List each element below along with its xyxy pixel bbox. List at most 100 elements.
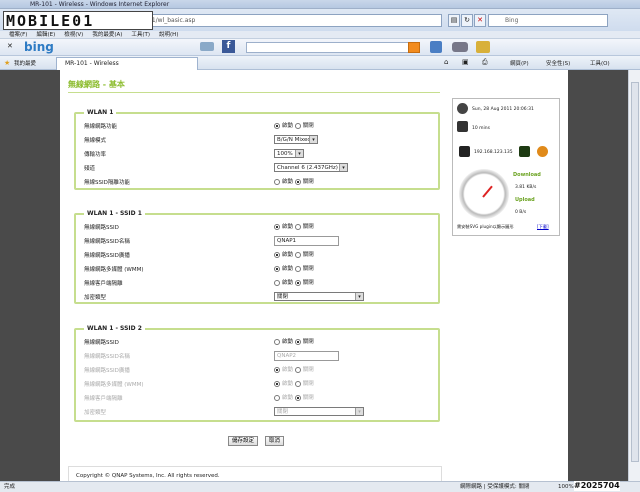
- page-title: 無線網路 - 基本: [68, 80, 125, 89]
- download-plugin-link[interactable]: [下載]: [537, 224, 549, 230]
- on-label: 啟動: [282, 266, 294, 272]
- encryption-value: 關閉: [277, 409, 289, 415]
- chevron-down-icon: ▾: [355, 408, 363, 415]
- on-label: 啟動: [282, 224, 294, 230]
- right-gutter: [568, 70, 628, 481]
- menu-view[interactable]: 檢視(V): [64, 32, 83, 38]
- title-divider: [68, 92, 440, 93]
- encryption-label: 加密類型: [84, 410, 107, 416]
- scrollbar-thumb[interactable]: [631, 82, 639, 462]
- ssid-isolation-off-radio[interactable]: [294, 178, 301, 185]
- off-label: 關閉: [302, 266, 314, 272]
- ssid1-isolation-on-radio[interactable]: [274, 279, 280, 286]
- chevron-down-icon: ▾: [295, 150, 303, 157]
- mail-icon[interactable]: [200, 42, 214, 51]
- ssid1-broadcast-off-radio[interactable]: [294, 251, 301, 258]
- bing-search-input[interactable]: [246, 42, 410, 53]
- ssid2-isolation-off-radio[interactable]: [294, 394, 301, 401]
- on-label: 啟動: [282, 123, 294, 129]
- ssid2-encryption-select[interactable]: 關閉 ▾: [274, 407, 364, 416]
- ssid-isolation-row: 無線SSID隔離功能 啟動 關閉: [84, 176, 434, 188]
- ssid2-section: WLAN 1 - SSID 2 無線網路SSID 啟動 關閉 無線網路SSID名…: [74, 325, 440, 422]
- ssid2-legend: WLAN 1 - SSID 2: [84, 325, 145, 332]
- messenger-icon[interactable]: [452, 42, 468, 52]
- menu-favorites[interactable]: 我的最愛(A): [92, 32, 122, 38]
- status-panel: Sun, 28 Aug 2011 20:06:31 10 mins 192.16…: [452, 98, 560, 236]
- menu-bar: 檔案(F) 編輯(E) 檢視(V) 我的最愛(A) 工具(T) 說明(H): [0, 31, 640, 39]
- svg-note: 需安裝SVG plugin以顯示圖形: [457, 224, 514, 229]
- safety-menu[interactable]: 安全性(S): [546, 59, 570, 67]
- ssid1-on-radio[interactable]: [274, 223, 280, 230]
- menu-file[interactable]: 檔案(F): [9, 32, 27, 38]
- ssid2-off-radio[interactable]: [294, 338, 301, 345]
- on-label: 啟動: [282, 280, 294, 286]
- footer: Copyright © QNAP Systems, Inc. All right…: [68, 466, 442, 481]
- ssid1-name-input[interactable]: QNAP1: [274, 236, 339, 246]
- ssid2-encryption-row: 加密類型 關閉 ▾: [84, 406, 434, 418]
- ssid2-broadcast-on-radio[interactable]: [274, 366, 280, 373]
- ssid-enable-label: 無線網路SSID: [84, 225, 119, 231]
- home-icon[interactable]: ⌂: [444, 58, 448, 66]
- off-label: 關閉: [302, 179, 314, 185]
- ssid1-wmm-off-radio[interactable]: [294, 265, 301, 272]
- print-icon[interactable]: ⎙: [482, 58, 488, 67]
- vertical-scrollbar[interactable]: [628, 70, 640, 481]
- wireless-enable-on-radio[interactable]: [274, 122, 280, 129]
- ssid2-name-input[interactable]: QNAP2: [274, 351, 339, 361]
- wireless-enable-label: 無線網路功能: [84, 124, 118, 130]
- zoom-level[interactable]: 100%: [558, 482, 574, 492]
- ssid1-wmm-on-radio[interactable]: [274, 265, 280, 272]
- ssid2-broadcast-off-radio[interactable]: [294, 366, 301, 373]
- facebook-icon[interactable]: f: [222, 40, 235, 53]
- off-label: 關閉: [302, 252, 314, 258]
- ssid1-broadcast-on-radio[interactable]: [274, 251, 280, 258]
- ssid1-isolation-off-radio[interactable]: [294, 279, 301, 286]
- close-toolbar-icon[interactable]: ✕: [7, 42, 13, 50]
- refresh-icon[interactable]: ↻: [461, 14, 473, 27]
- ssid2-broadcast-row: 無線網路SSID廣播 啟動 關閉: [84, 364, 434, 376]
- tx-power-select[interactable]: 100% ▾: [274, 149, 304, 158]
- client-isolation-label: 無線客戶端隔離: [84, 281, 123, 287]
- channel-select[interactable]: Channel 6 (2.437GHz) ▾: [274, 163, 348, 172]
- browser-tab[interactable]: MR-101 - Wireless: [56, 57, 198, 70]
- feed-icon[interactable]: ▣: [462, 58, 469, 66]
- wireless-enable-off-radio[interactable]: [294, 122, 301, 129]
- off-label: 關閉: [302, 395, 314, 401]
- ssid-isolation-on-radio[interactable]: [274, 178, 280, 185]
- favorites-label[interactable]: 我的最愛: [14, 59, 36, 67]
- ssid1-wmm-row: 無線網路多媒體 (WMM) 啟動 關閉: [84, 263, 434, 275]
- ssid2-isolation-on-radio[interactable]: [274, 394, 280, 401]
- window-title-bar: MR-101 - Wireless - Windows Internet Exp…: [0, 0, 640, 9]
- search-input[interactable]: Bing: [488, 14, 608, 27]
- menu-help[interactable]: 說明(H): [159, 32, 178, 38]
- ip-address: 192.168.123.135: [474, 150, 513, 155]
- ssid2-wmm-on-radio[interactable]: [274, 380, 280, 387]
- cancel-button[interactable]: 取消: [265, 436, 285, 446]
- menu-edit[interactable]: 編輯(E): [36, 32, 55, 38]
- ssid1-broadcast-row: 無線網路SSID廣播 啟動 關閉: [84, 249, 434, 261]
- tools-icon[interactable]: [476, 41, 490, 53]
- channel-value: Channel 6 (2.437GHz): [277, 165, 338, 171]
- encryption-value: 關閉: [277, 294, 289, 300]
- menu-tools[interactable]: 工具(T): [131, 32, 150, 38]
- ssid2-wmm-off-radio[interactable]: [294, 380, 301, 387]
- client-isolation-label: 無線客戶端隔離: [84, 396, 123, 402]
- bing-search-button[interactable]: [408, 42, 420, 53]
- channel-label: 頻道: [84, 166, 96, 172]
- page-menu[interactable]: 網頁(P): [510, 59, 529, 67]
- on-label: 啟動: [282, 339, 294, 345]
- compat-icon[interactable]: ▤: [448, 14, 460, 27]
- gauge-needle-icon: [482, 185, 493, 198]
- ssid1-off-radio[interactable]: [294, 223, 301, 230]
- chevron-down-icon: ▾: [309, 136, 317, 143]
- like-icon[interactable]: [430, 41, 442, 53]
- stop-icon[interactable]: ✕: [474, 14, 486, 27]
- ssid2-on-radio[interactable]: [274, 338, 280, 345]
- wireless-mode-select[interactable]: B/G/N Mixed ▾: [274, 135, 318, 144]
- save-button[interactable]: 儲存設定: [228, 436, 259, 446]
- internet-icon: [537, 146, 548, 157]
- tools-menu[interactable]: 工具(O): [590, 59, 610, 67]
- ssid1-encryption-select[interactable]: 關閉 ▾: [274, 292, 364, 301]
- window-title: MR-101 - Wireless - Windows Internet Exp…: [30, 1, 170, 8]
- status-text: 完成: [4, 484, 16, 490]
